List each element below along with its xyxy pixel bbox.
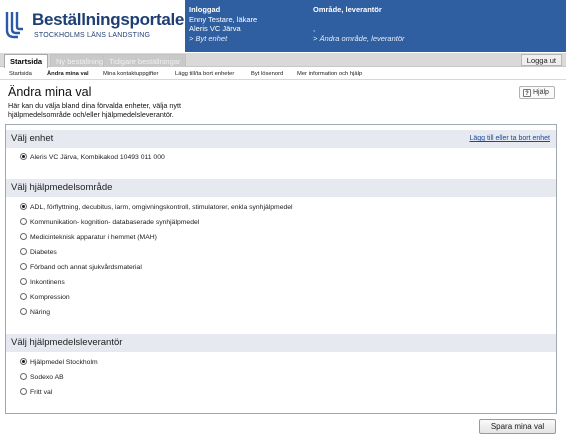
logo[interactable]: Beställningsportalen STOCKHOLMS LÄNS LAN…: [0, 0, 194, 52]
area-option[interactable]: Näring: [20, 307, 50, 318]
radio-button[interactable]: [20, 308, 27, 315]
area-section-heading: Välj hjälpmedelsområde: [6, 179, 556, 197]
change-area-link[interactable]: > Ändra område, leverantör: [313, 34, 405, 44]
area-option[interactable]: Förband och annat sjukvårdsmaterial: [20, 262, 142, 273]
radio-button[interactable]: [20, 358, 27, 365]
unit-section-heading: Välj enhet Lägg till eller ta bort enhet: [6, 130, 556, 148]
supplier-option-label: Fritt val: [30, 389, 53, 396]
user-bar: Inloggad Enny Testare, läkare Aleris VC …: [185, 0, 566, 52]
header: Beställningsportalen STOCKHOLMS LÄNS LAN…: [0, 0, 566, 52]
logout-button[interactable]: Logga ut: [520, 54, 562, 66]
radio-button[interactable]: [20, 373, 27, 380]
area-info: Område, leverantör , > Ändra område, lev…: [313, 5, 405, 43]
area-option-label: Diabetes: [30, 249, 57, 256]
user-unit: Aleris VC Järva: [189, 24, 241, 33]
radio-button[interactable]: [20, 248, 27, 255]
page-title: Ändra mina val: [8, 85, 92, 99]
area-option[interactable]: Inkontinens: [20, 277, 65, 288]
area-option[interactable]: Diabetes: [20, 247, 57, 258]
main-tabs: Startsida Ny beställning Tidigare bestäl…: [0, 53, 566, 68]
intro-line-1: Här kan du välja bland dina förvalda enh…: [8, 101, 182, 110]
subnav-mer-information[interactable]: Mer information och hjälp: [297, 69, 362, 79]
area-option-label: ADL, förflyttning, decubitus, larm, omgi…: [30, 204, 293, 211]
logo-icon: [5, 12, 23, 39]
area-option-label: Förband och annat sjukvårdsmaterial: [30, 264, 142, 271]
area-option-label: Kompression: [30, 294, 70, 301]
subnav-mina-kontaktuppgifter[interactable]: Mina kontaktuppgifter: [103, 69, 158, 79]
area-heading: Område, leverantör: [313, 5, 382, 14]
user-name: Enny Testare, läkare: [189, 14, 258, 24]
intro-line-2: hjälpmedelsområde och/eller hjälpmedelsl…: [8, 110, 174, 119]
radio-button[interactable]: [20, 293, 27, 300]
area-option-label: Näring: [30, 309, 51, 316]
area-option[interactable]: Medicinteknisk apparatur i hemmet (MAH): [20, 232, 157, 243]
area-heading-text: Välj hjälpmedelsområde: [11, 182, 113, 193]
tab-tidigare-bestallningar[interactable]: Tidigare beställningar: [103, 54, 187, 67]
radio-button[interactable]: [20, 233, 27, 240]
radio-button[interactable]: [20, 218, 27, 225]
area-option[interactable]: Kompression: [20, 292, 70, 303]
area-option-label: Medicinteknisk apparatur i hemmet (MAH): [30, 234, 157, 241]
unit-option-label: Aleris VC Järva, Kombikakod 10493 011 00…: [30, 154, 165, 161]
radio-button[interactable]: [20, 153, 27, 160]
tab-ny-bestallning[interactable]: Ny beställning: [50, 54, 110, 67]
radio-button[interactable]: [20, 203, 27, 210]
question-icon: ?: [523, 89, 531, 97]
radio-button[interactable]: [20, 263, 27, 270]
logo-subtitle: STOCKHOLMS LÄNS LANDSTING: [34, 32, 151, 39]
help-button[interactable]: ? Hjälp: [519, 86, 555, 99]
area-spacer: [313, 15, 405, 25]
supplier-option[interactable]: Sodexo AB: [20, 372, 64, 383]
logo-title: Beställningsportalen: [32, 10, 195, 29]
subnav-andra-mina-val[interactable]: Ändra mina val: [47, 69, 89, 79]
unit-option[interactable]: Aleris VC Järva, Kombikakod 10493 011 00…: [20, 152, 165, 163]
supplier-option[interactable]: Hjälpmedel Stockholm: [20, 357, 98, 368]
radio-button[interactable]: [20, 388, 27, 395]
subnav-startsida[interactable]: Startsida: [9, 69, 32, 79]
supplier-heading-text: Välj hjälpmedelsleverantör: [11, 337, 123, 348]
login-info: Inloggad Enny Testare, läkare Aleris VC …: [189, 5, 257, 43]
supplier-section-heading: Välj hjälpmedelsleverantör: [6, 334, 556, 352]
page-intro: Här kan du välja bland dina förvalda enh…: [8, 101, 268, 119]
subnav-byt-losenord[interactable]: Byt lösenord: [251, 69, 283, 79]
sub-navigation: Startsida Ändra mina val Mina kontaktupp…: [0, 68, 566, 80]
unit-heading-text: Välj enhet: [11, 133, 54, 144]
login-heading: Inloggad: [189, 5, 221, 14]
supplier-option-label: Hjälpmedel Stockholm: [30, 359, 98, 366]
help-label: Hjälp: [533, 89, 549, 96]
selection-panel: Välj enhet Lägg till eller ta bort enhet…: [5, 124, 557, 414]
change-unit-link[interactable]: > Byt enhet: [189, 34, 257, 44]
save-button[interactable]: Spara mina val: [479, 419, 556, 434]
area-option-label: Kommunikation- kognition- databaserade s…: [30, 219, 200, 226]
radio-button[interactable]: [20, 278, 27, 285]
supplier-option-label: Sodexo AB: [30, 374, 64, 381]
tab-startsida[interactable]: Startsida: [4, 54, 49, 68]
area-value: ,: [313, 24, 316, 33]
add-remove-unit-link[interactable]: Lägg till eller ta bort enhet: [469, 130, 550, 148]
area-option[interactable]: Kommunikation- kognition- databaserade s…: [20, 217, 199, 228]
supplier-option[interactable]: Fritt val: [20, 387, 52, 398]
area-option[interactable]: ADL, förflyttning, decubitus, larm, omgi…: [20, 202, 293, 213]
area-option-label: Inkontinens: [30, 279, 65, 286]
subnav-lagg-till-ta-bort-enheter[interactable]: Lägg till/ta bort enheter: [175, 69, 234, 79]
